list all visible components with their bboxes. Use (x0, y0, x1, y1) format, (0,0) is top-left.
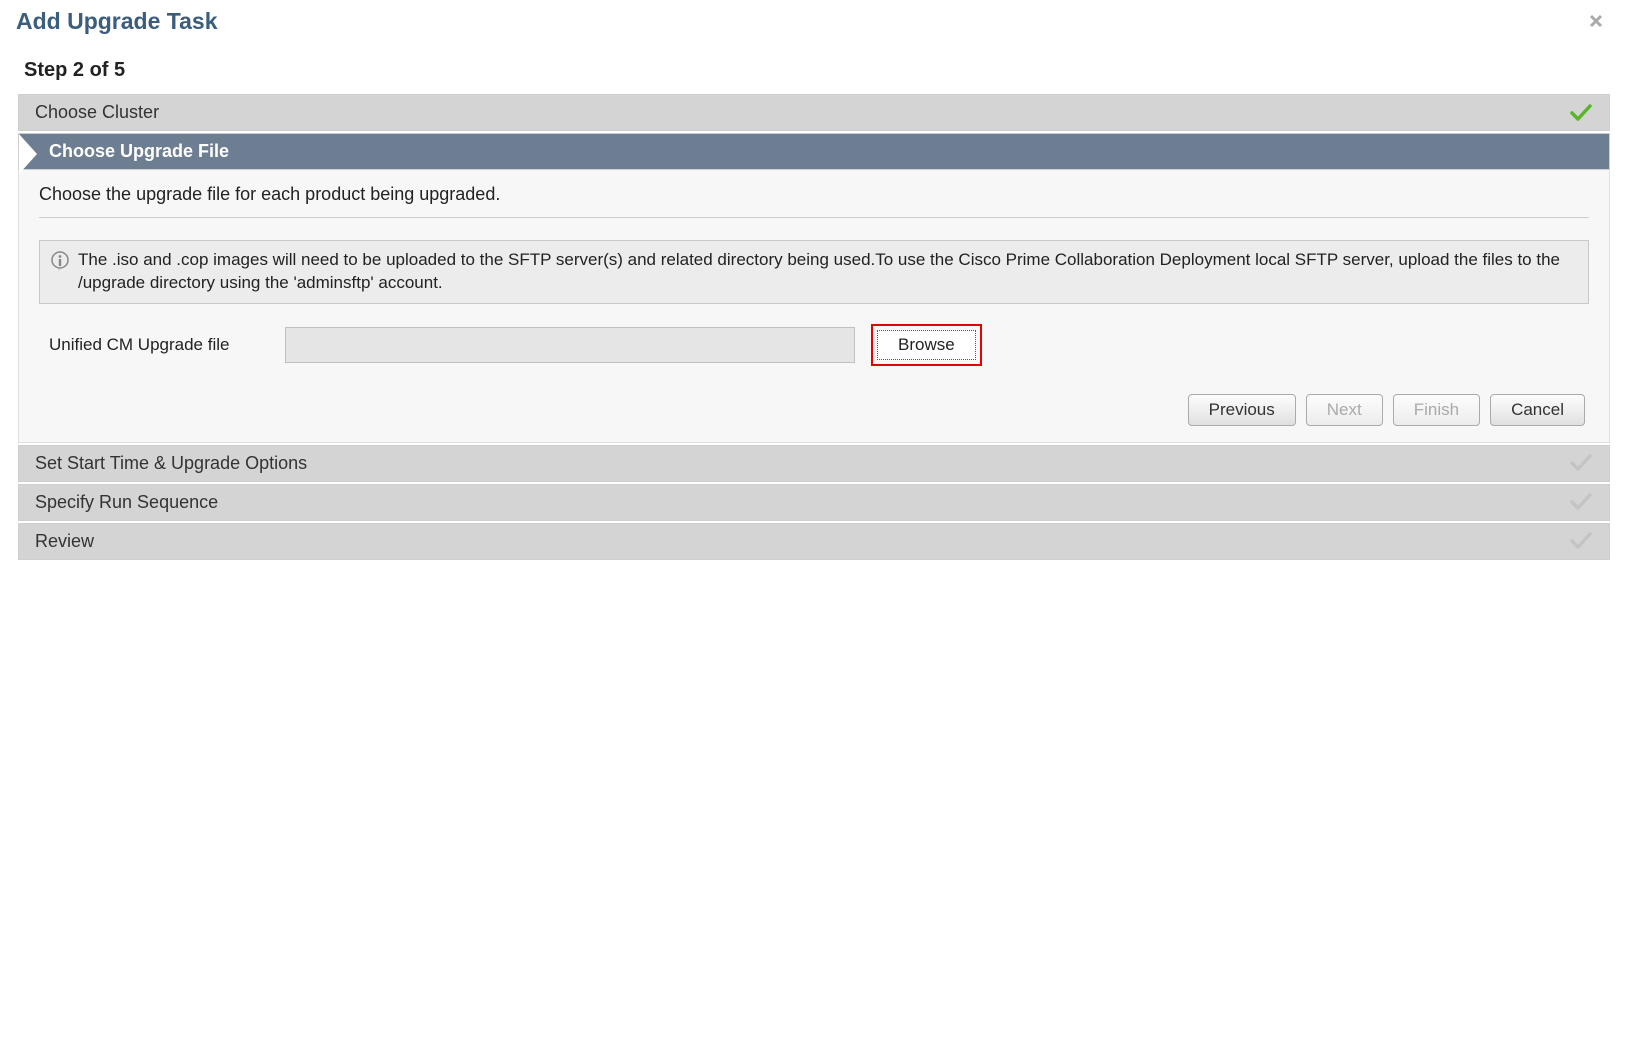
cancel-button[interactable]: Cancel (1490, 394, 1585, 426)
step-description: Choose the upgrade file for each product… (39, 184, 1589, 218)
close-icon[interactable] (1588, 9, 1612, 35)
check-icon (1569, 492, 1593, 512)
upgrade-file-input[interactable] (285, 327, 855, 363)
info-icon (50, 251, 70, 274)
step-label: Set Start Time & Upgrade Options (35, 453, 307, 474)
step-set-start-time[interactable]: Set Start Time & Upgrade Options (18, 445, 1610, 482)
file-row: Unified CM Upgrade file Browse (39, 324, 1589, 366)
step-label: Choose Upgrade File (49, 141, 229, 162)
check-icon (1569, 531, 1593, 551)
check-icon (1569, 453, 1593, 473)
next-button: Next (1306, 394, 1383, 426)
step-specify-run-sequence[interactable]: Specify Run Sequence (18, 484, 1610, 521)
dialog-title: Add Upgrade Task (16, 8, 218, 35)
previous-button[interactable]: Previous (1188, 394, 1296, 426)
step-content: Choose the upgrade file for each product… (18, 170, 1610, 443)
info-text: The .iso and .cop images will need to be… (78, 249, 1578, 295)
step-indicator: Step 2 of 5 (0, 43, 1628, 92)
browse-button[interactable]: Browse (877, 330, 976, 360)
step-review[interactable]: Review (18, 523, 1610, 560)
dialog-header: Add Upgrade Task (0, 0, 1628, 43)
finish-button: Finish (1393, 394, 1480, 426)
step-choose-cluster[interactable]: Choose Cluster (18, 94, 1610, 131)
step-label: Choose Cluster (35, 102, 159, 123)
check-icon (1569, 103, 1593, 123)
step-choose-upgrade-file[interactable]: Choose Upgrade File (18, 133, 1610, 170)
step-label: Specify Run Sequence (35, 492, 218, 513)
info-box: The .iso and .cop images will need to be… (39, 240, 1589, 304)
upgrade-file-label: Unified CM Upgrade file (49, 335, 269, 355)
wizard-container: Choose Cluster Choose Upgrade File Choos… (18, 94, 1610, 560)
button-row: Previous Next Finish Cancel (39, 394, 1589, 426)
step-label: Review (35, 531, 94, 552)
browse-highlight: Browse (871, 324, 982, 366)
